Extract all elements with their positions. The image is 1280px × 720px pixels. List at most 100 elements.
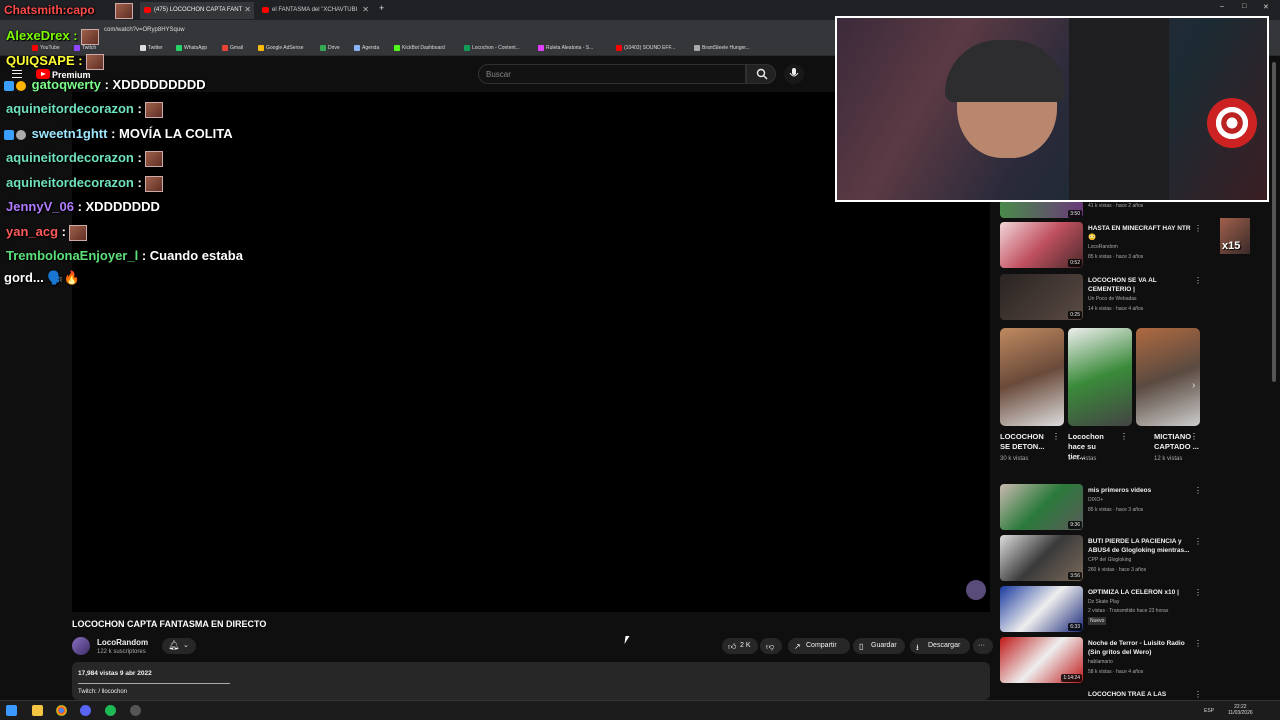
chat-text: : MOVÍA LA COLITA [111, 126, 233, 141]
recommendation-item[interactable]: LOCOCHON TRAE A LAS ⋮ [1000, 688, 1210, 700]
chat-emote-icon [115, 3, 133, 19]
microphone-icon [789, 68, 799, 77]
recommendation-item[interactable]: 0:25 LOCOCHON SE VA AL CEMENTERIO | Un P… [1000, 274, 1210, 322]
search-input[interactable]: Buscar [478, 64, 746, 84]
chrome-icon[interactable] [56, 705, 67, 716]
windows-start-icon[interactable] [6, 705, 17, 716]
app-icon[interactable] [130, 705, 141, 716]
thumbs-up-icon: 👍︎ [728, 642, 737, 651]
short-views: 12 k vistas [1154, 456, 1183, 462]
maximize-button[interactable]: □ [1242, 3, 1246, 10]
notification-bell-button[interactable]: 🔔︎ ⌄ [162, 638, 196, 654]
channel-name[interactable]: Un Poco de Webadas [1088, 296, 1137, 302]
discord-icon[interactable] [80, 705, 91, 716]
download-button[interactable]: ⭳ Descargar [910, 638, 970, 654]
system-clock[interactable]: 22:22 11/03/2026 [1228, 704, 1253, 716]
shorts-next-icon[interactable]: › [1192, 380, 1195, 391]
recommendation-item[interactable]: 3:56 BUTI PIERDE LA PACIENCIA y ABUS4 de… [1000, 535, 1210, 583]
video-title[interactable]: Noche de Terror - Luisito Radio (Sin gri… [1088, 639, 1196, 657]
chat-emote-icon [85, 53, 104, 70]
more-options-icon[interactable]: ⋮ [1120, 432, 1128, 441]
language-indicator[interactable]: ESP [1204, 708, 1214, 714]
save-button[interactable]: ▯ Guardar [853, 638, 905, 654]
chat-text: : [137, 150, 142, 165]
more-icon: ··· [978, 642, 985, 649]
bookmark[interactable]: (10403) SOUND EFF... [616, 45, 675, 51]
recommendation-item[interactable]: 6:33 OPTIMIZA LA CELERON x10 | Dz Skate … [1000, 586, 1210, 634]
video-title: LOCOCHON CAPTA FANTASMA EN DIRECTO [72, 619, 267, 629]
spotify-icon[interactable] [105, 705, 116, 716]
save-label: Guardar [871, 642, 897, 649]
voice-search-button[interactable] [784, 64, 804, 84]
description-box[interactable]: 17,984 vistas 9 abr 2022 Twitch: / lloco… [72, 662, 990, 700]
video-title[interactable]: LOCOCHON TRAE A LAS [1088, 690, 1196, 699]
more-options-icon[interactable]: ⋮ [1194, 486, 1202, 495]
close-window-button[interactable]: ✕ [1263, 3, 1269, 11]
search-button[interactable] [746, 64, 776, 84]
recommendation-item[interactable]: 0:52 HASTA EN MINECRAFT HAY NTR😳 LocoRan… [1000, 222, 1210, 270]
short-title[interactable]: LOCOCHON SE DETON... [1000, 432, 1046, 452]
captain-america-shield-icon [1207, 98, 1257, 148]
channel-watermark-icon[interactable] [966, 580, 986, 600]
chat-message: aquineitordecorazon : [6, 150, 163, 167]
video-title[interactable]: mis primeros videos [1088, 486, 1196, 495]
channel-name[interactable]: Dz Skate Play [1088, 599, 1119, 605]
short-thumbnail[interactable] [1000, 328, 1064, 426]
chat-message: TrembolonaEnjoyer_l : Cuando estaba [6, 248, 243, 263]
related-videos-sidebar: 3:50 41 k vistas · hace 2 años 0:52 HAST… [1000, 200, 1270, 700]
channel-name[interactable]: LocoRandom [97, 638, 148, 647]
more-options-icon[interactable]: ⋮ [1194, 690, 1202, 699]
minimize-button[interactable]: – [1220, 3, 1224, 10]
channel-name[interactable]: DIXO+ [1088, 497, 1103, 503]
more-options-icon[interactable]: ⋮ [1190, 432, 1198, 441]
bookmark[interactable]: Ruleta Aleatoria - S... [538, 45, 593, 51]
bookmark[interactable]: BrantSteele Hunger... [694, 45, 750, 51]
streamer-cap [945, 40, 1065, 102]
more-options-icon[interactable]: ⋮ [1194, 588, 1202, 597]
video-title[interactable]: HASTA EN MINECRAFT HAY NTR😳 [1088, 224, 1196, 242]
streamer-webcam [835, 16, 1269, 202]
bookmark[interactable]: KickBot Dashboard [394, 45, 445, 51]
twitch-link[interactable]: Twitch: / llocochon [78, 689, 127, 695]
video-title[interactable]: BUTI PIERDE LA PACIENCIA y ABUS4 de Glog… [1088, 537, 1196, 555]
chat-text: : [78, 53, 83, 68]
chat-message: JennyV_06 : XDDDDDDD [6, 199, 160, 214]
chat-message-continuation: gord... 🗣️🔥 [4, 270, 80, 286]
channel-avatar[interactable] [72, 637, 90, 655]
page-scrollbar[interactable] [1272, 62, 1276, 382]
bookmark[interactable]: Locochon - Content... [464, 45, 520, 51]
recommendation-item[interactable]: 1:14:24 Noche de Terror - Luisito Radio … [1000, 637, 1210, 685]
channel-name[interactable]: LocoRandom [1088, 244, 1118, 250]
file-explorer-icon[interactable] [32, 705, 43, 716]
search-placeholder: Buscar [486, 70, 511, 79]
views-and-date: 17,984 vistas 9 abr 2022 [78, 670, 152, 677]
more-actions-button[interactable]: ··· [973, 638, 993, 654]
more-options-icon[interactable]: ⋮ [1052, 432, 1060, 441]
short-views: 14 k vistas [1068, 456, 1097, 462]
chat-emote-icon [144, 175, 163, 192]
chat-message: sweetn1ghtt : MOVÍA LA COLITA [4, 126, 233, 141]
recommendation-item[interactable]: 9:36 mis primeros videos DIXO+ 85 k vist… [1000, 484, 1210, 532]
bookmark-icon: ▯ [859, 642, 864, 651]
short-views: 30 k vistas [1000, 456, 1029, 462]
more-options-icon[interactable]: ⋮ [1194, 224, 1202, 233]
channel-name[interactable]: CPP del Glogloking [1088, 557, 1131, 563]
more-options-icon[interactable]: ⋮ [1194, 276, 1202, 285]
chat-text: gord... 🗣️🔥 [4, 270, 80, 285]
short-thumbnail[interactable] [1068, 328, 1132, 426]
bell-icon: 🔔︎ [168, 640, 180, 650]
video-meta: 58 k vistas · hace 4 años [1088, 669, 1144, 675]
short-thumbnail[interactable] [1136, 328, 1200, 426]
more-options-icon[interactable]: ⋮ [1194, 537, 1202, 546]
video-title[interactable]: OPTIMIZA LA CELERON x10 | [1088, 588, 1196, 597]
chat-message: AlexeDrex : [6, 28, 99, 45]
chat-emote-icon [144, 150, 163, 167]
like-button[interactable]: 👍︎ 2 K [722, 638, 758, 654]
video-title[interactable]: LOCOCHON SE VA AL CEMENTERIO | [1088, 276, 1196, 294]
channel-name[interactable]: hablamario [1088, 659, 1113, 665]
share-button[interactable]: ↗ Compartir [788, 638, 850, 654]
video-duration: 1:14:24 [1061, 674, 1082, 682]
dislike-button[interactable]: 👎︎ [760, 638, 782, 654]
more-options-icon[interactable]: ⋮ [1194, 639, 1202, 648]
chat-overlay: Chatsmith:capo AlexeDrex : QUIQSAPE : ga… [0, 0, 400, 300]
